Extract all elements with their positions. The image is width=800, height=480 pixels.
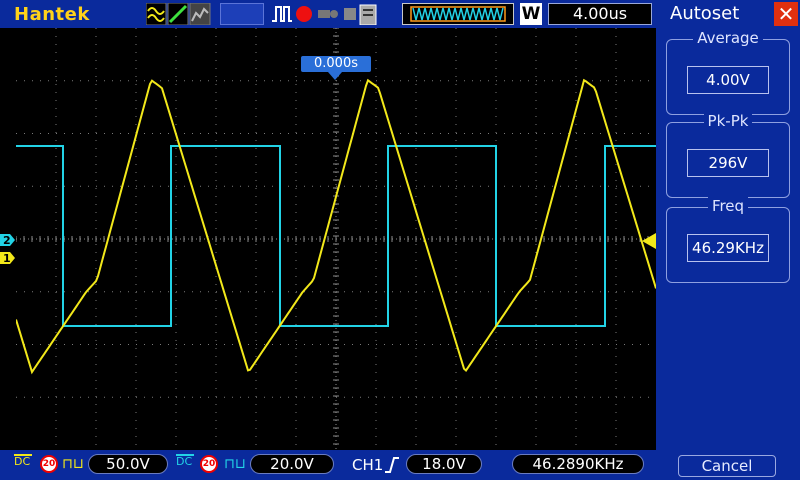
waveform-overview-icon (410, 6, 506, 22)
trigger-status-icons (272, 4, 377, 25)
bottom-status-bar: DC 20 ⊓⊔ 50.0V DC 20 ⊓⊔ 20.0V CH1 18.0V … (0, 450, 656, 480)
trigger-position-marker-icon (328, 72, 342, 80)
measurement-label: Average (693, 29, 763, 47)
ch2-bandwidth-limit-icon[interactable]: 20 (200, 455, 218, 473)
top-status-bar: Hantek W 4.00us (0, 0, 656, 28)
display-mode-icons (146, 3, 211, 25)
ch2-coupling[interactable]: DC (176, 454, 194, 467)
side-panel-header: Autoset ✕ (656, 0, 800, 28)
measurement-value: 4.00V (687, 66, 769, 94)
waveform-display[interactable]: 0.000s 2 1 (0, 28, 656, 450)
ch2-volts-per-div[interactable]: 20.0V (250, 454, 334, 474)
run-state-box[interactable] (220, 3, 264, 25)
timebase-readout[interactable]: 4.00us (548, 3, 652, 25)
ch1-coupling[interactable]: DC (14, 454, 32, 467)
cancel-button[interactable]: Cancel (678, 455, 776, 477)
svg-text:2: 2 (3, 234, 11, 247)
trigger-level[interactable]: 18.0V (406, 454, 482, 474)
measurement-value: 46.29KHz (687, 234, 769, 262)
close-button[interactable]: ✕ (774, 2, 798, 26)
side-panel-title: Autoset (670, 3, 740, 24)
brand-logo: Hantek (14, 4, 90, 25)
memory-waveform-overview (402, 3, 514, 25)
measurement-freq[interactable]: Freq 46.29KHz (666, 197, 790, 283)
ch1-volts-per-div[interactable]: 50.0V (88, 454, 168, 474)
acquisition-mode-badge[interactable]: W (520, 3, 542, 25)
ch1-bandwidth-limit-icon[interactable]: 20 (40, 455, 58, 473)
channel-markers: 2 1 (0, 234, 15, 265)
measurement-label: Pk-Pk (703, 112, 753, 130)
rising-edge-icon[interactable] (384, 456, 400, 474)
ch2-invert-icon: ⊓⊔ (224, 456, 246, 472)
measurement-average[interactable]: Average 4.00V (666, 29, 790, 115)
svg-text:1: 1 (3, 252, 11, 265)
trigger-source[interactable]: CH1 (352, 456, 383, 474)
trigger-level-marker-icon[interactable] (642, 233, 656, 249)
autoset-side-panel: Autoset ✕ Average 4.00V Pk-Pk 296V Freq … (656, 0, 800, 480)
frequency-counter: 46.2890KHz (512, 454, 644, 474)
graticule (16, 28, 656, 450)
measurement-value: 296V (687, 149, 769, 177)
measurement-pk-pk[interactable]: Pk-Pk 296V (666, 112, 790, 198)
ch1-invert-icon: ⊓⊔ (62, 456, 84, 472)
measurement-label: Freq (707, 197, 749, 215)
trigger-position-readout[interactable]: 0.000s (301, 56, 371, 72)
